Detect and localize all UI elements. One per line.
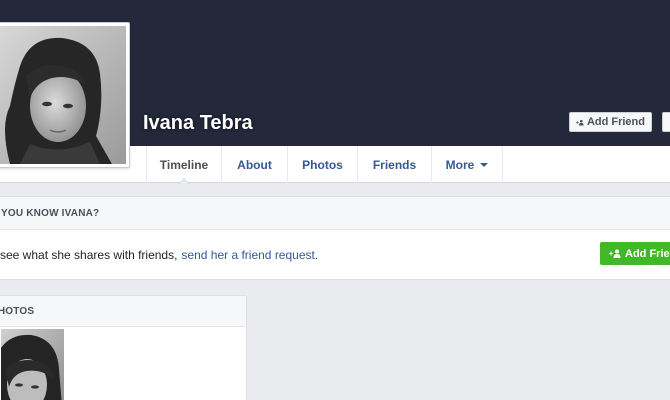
add-friend-green-label: Add Friend [625, 247, 670, 260]
photo-thumbnail-image [1, 329, 64, 400]
tab-about[interactable]: About [222, 146, 288, 183]
do-you-know-heading: YOU KNOW IVANA? [0, 197, 670, 230]
photos-heading-label: PHOTOS [0, 305, 35, 317]
do-you-know-card: YOU KNOW IVANA? see what she shares with… [0, 196, 670, 280]
add-friend-label: Add Friend [586, 116, 645, 128]
photos-card: PHOTOS [0, 295, 247, 400]
chevron-down-icon [480, 162, 489, 167]
do-you-know-text: see what she shares with friends, [0, 247, 178, 262]
profile-page: Ivana Tebra Add Friend Timeline About Ph… [0, 0, 670, 400]
profile-name[interactable]: Ivana Tebra [143, 112, 253, 135]
add-friend-button[interactable]: Add Friend [569, 112, 652, 132]
tab-friends[interactable]: Friends [358, 146, 432, 183]
profile-picture[interactable] [0, 22, 130, 168]
tab-more-label: More [445, 157, 475, 172]
do-you-know-body: see what she shares with friends, send h… [0, 230, 670, 279]
friend-request-link[interactable]: send her a friend request. [181, 248, 318, 262]
tab-photos[interactable]: Photos [288, 146, 358, 183]
photo-thumbnail[interactable] [1, 329, 64, 400]
tab-timeline[interactable]: Timeline [146, 146, 222, 184]
add-friend-icon [576, 119, 584, 125]
tab-more[interactable]: More [432, 146, 503, 183]
profile-photo [0, 26, 126, 164]
add-friend-icon [609, 249, 621, 258]
add-friend-green-button[interactable]: Add Friend [600, 242, 670, 265]
cover-more-button[interactable] [662, 112, 670, 132]
photos-heading[interactable]: PHOTOS [0, 296, 246, 327]
